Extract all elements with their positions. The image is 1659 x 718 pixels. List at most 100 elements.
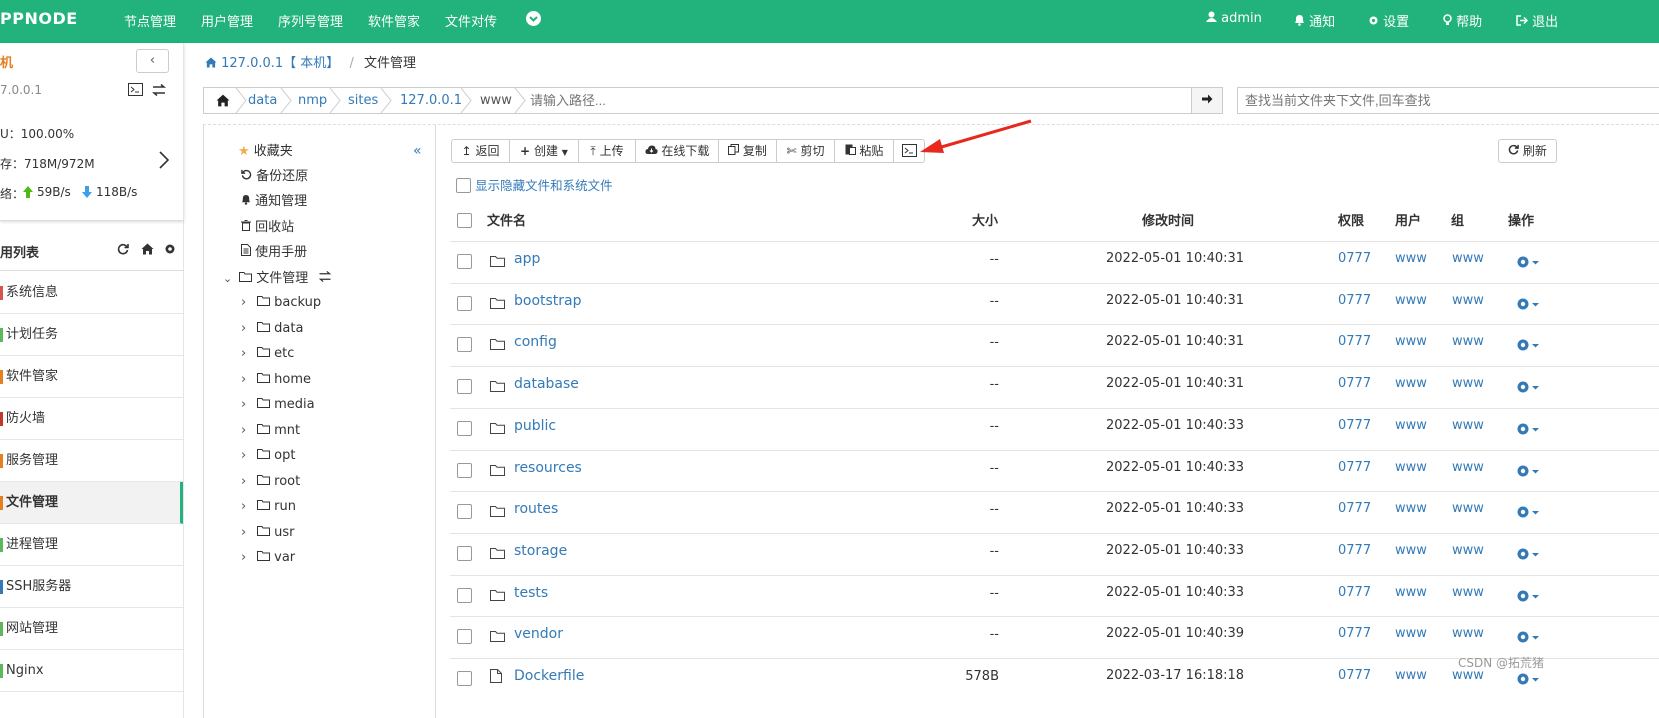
path-segment-www[interactable]: www xyxy=(472,88,512,113)
tree-folder[interactable]: › data xyxy=(241,318,303,340)
chevron-right-icon[interactable]: › xyxy=(241,445,257,467)
file-perm[interactable]: 0777 xyxy=(1338,543,1371,558)
nav-serial-manage[interactable]: 序列号管理 xyxy=(278,11,343,30)
sidebar-item[interactable]: 防火墙 xyxy=(0,398,183,440)
refresh-icon[interactable] xyxy=(117,243,129,259)
file-group[interactable]: www xyxy=(1452,460,1484,475)
tree-folder[interactable]: › root xyxy=(241,471,300,493)
refresh-button[interactable]: 刷新 xyxy=(1498,139,1557,163)
file-user[interactable]: www xyxy=(1395,418,1427,433)
back-button[interactable]: ↥ 返回 xyxy=(451,139,510,163)
file-group[interactable]: www xyxy=(1452,501,1484,516)
row-actions-gear-icon[interactable] xyxy=(1516,505,1542,519)
file-name-link[interactable]: public xyxy=(514,418,556,434)
file-perm[interactable]: 0777 xyxy=(1338,585,1371,600)
table-row[interactable]: app -- 2022-05-01 10:40:31 0777 www www xyxy=(450,241,1659,283)
file-user[interactable]: www xyxy=(1395,626,1427,641)
row-actions-gear-icon[interactable] xyxy=(1516,380,1542,394)
row-actions-gear-icon[interactable] xyxy=(1516,297,1542,311)
tree-notify[interactable]: 通知管理 xyxy=(241,191,307,213)
file-name-link[interactable]: routes xyxy=(514,501,558,517)
file-group[interactable]: www xyxy=(1452,626,1484,641)
table-row[interactable]: public -- 2022-05-01 10:40:33 0777 www www xyxy=(450,407,1659,450)
tree-backup[interactable]: 备份还原 xyxy=(241,166,308,188)
path-segment-nmp[interactable]: nmp xyxy=(290,88,327,113)
row-checkbox[interactable] xyxy=(457,254,472,269)
paste-button[interactable]: 粘贴 xyxy=(834,139,894,163)
file-user[interactable]: www xyxy=(1395,334,1427,349)
file-group[interactable]: www xyxy=(1452,585,1484,600)
path-input[interactable] xyxy=(530,91,1185,110)
terminal-icon[interactable] xyxy=(128,83,143,100)
row-actions-gear-icon[interactable] xyxy=(1516,630,1542,644)
more-dropdown-icon[interactable] xyxy=(526,11,541,26)
file-perm[interactable]: 0777 xyxy=(1338,334,1371,349)
file-name-link[interactable]: database xyxy=(514,376,579,392)
chevron-right-icon[interactable]: › xyxy=(241,292,257,314)
tree-folder[interactable]: › home xyxy=(241,369,311,391)
row-actions-gear-icon[interactable] xyxy=(1516,672,1542,686)
file-group[interactable]: www xyxy=(1452,543,1484,558)
nav-node-manage[interactable]: 节点管理 xyxy=(124,11,176,30)
path-segment-data[interactable]: data xyxy=(240,88,277,113)
chevron-right-icon[interactable] xyxy=(158,150,170,174)
home-icon[interactable] xyxy=(216,94,230,111)
row-actions-gear-icon[interactable] xyxy=(1516,255,1542,269)
user-menu[interactable]: admin xyxy=(1206,11,1262,26)
file-perm[interactable]: 0777 xyxy=(1338,293,1371,308)
chevron-right-icon[interactable]: › xyxy=(241,318,257,340)
tree-file-manage[interactable]: ⌄ 文件管理 xyxy=(223,268,332,290)
help-menu[interactable]: 帮助 xyxy=(1443,11,1482,30)
tree-folder[interactable]: › run xyxy=(241,496,296,518)
breadcrumb-host-link[interactable]: 127.0.0.1【 本机】 xyxy=(221,56,339,71)
sidebar-item[interactable]: 系统信息 xyxy=(0,272,183,314)
go-path-button[interactable] xyxy=(1191,88,1222,113)
switch-icon[interactable] xyxy=(151,83,167,100)
col-size[interactable]: 大小 xyxy=(972,210,998,229)
file-user[interactable]: www xyxy=(1395,460,1427,475)
row-checkbox[interactable] xyxy=(457,671,472,686)
file-name-link[interactable]: tests xyxy=(514,585,548,601)
tree-folder[interactable]: › etc xyxy=(241,343,294,365)
nav-software-manager[interactable]: 软件管家 xyxy=(368,11,420,30)
home-icon[interactable] xyxy=(141,243,154,259)
collapse-tree-icon[interactable]: « xyxy=(413,143,422,159)
path-segment-ip[interactable]: 127.0.0.1 xyxy=(392,88,462,113)
row-checkbox[interactable] xyxy=(457,629,472,645)
switch-icon[interactable] xyxy=(318,271,332,282)
file-perm[interactable]: 0777 xyxy=(1338,418,1371,433)
copy-button[interactable]: 复制 xyxy=(718,139,777,163)
sidebar-item[interactable]: 文件管理 xyxy=(0,482,183,524)
table-row[interactable]: routes -- 2022-05-01 10:40:33 0777 www www xyxy=(450,491,1659,533)
row-actions-gear-icon[interactable] xyxy=(1516,589,1542,603)
cut-button[interactable]: ✄ 剪切 xyxy=(776,139,835,163)
table-row[interactable]: vendor -- 2022-05-01 10:40:39 0777 www www xyxy=(450,616,1659,658)
row-actions-gear-icon[interactable] xyxy=(1516,464,1542,478)
upload-button[interactable]: ⤒ 上传 xyxy=(578,139,636,163)
tree-folder[interactable]: › usr xyxy=(241,522,295,544)
sidebar-item[interactable]: Nginx xyxy=(0,650,183,692)
select-all-checkbox[interactable] xyxy=(457,213,472,228)
file-name-link[interactable]: bootstrap xyxy=(514,293,582,309)
tree-folder[interactable]: › var xyxy=(241,547,295,569)
row-actions-gear-icon[interactable] xyxy=(1516,422,1542,436)
file-user[interactable]: www xyxy=(1395,293,1427,308)
chevron-right-icon[interactable]: › xyxy=(241,394,257,416)
file-user[interactable]: www xyxy=(1395,501,1427,516)
file-perm[interactable]: 0777 xyxy=(1338,460,1371,475)
sidebar-item[interactable]: SSH服务器 xyxy=(0,566,183,608)
chevron-right-icon[interactable]: › xyxy=(241,522,257,544)
table-row[interactable]: config -- 2022-05-01 10:40:31 0777 www www xyxy=(450,324,1659,366)
file-group[interactable]: www xyxy=(1452,334,1484,349)
table-row[interactable]: bootstrap -- 2022-05-01 10:40:31 0777 www www xyxy=(450,282,1659,325)
row-checkbox[interactable] xyxy=(457,587,472,603)
show-hidden-label[interactable]: 显示隐藏文件和系统文件 xyxy=(475,178,613,193)
show-hidden-toggle[interactable]: 显示隐藏文件和系统文件 xyxy=(456,175,613,194)
nav-user-manage[interactable]: 用户管理 xyxy=(201,11,253,30)
sidebar-item[interactable]: 软件管家 xyxy=(0,356,183,398)
tree-folder[interactable]: › media xyxy=(241,394,315,416)
tree-folder[interactable]: › backup xyxy=(241,292,321,314)
file-name-link[interactable]: storage xyxy=(514,543,567,559)
sidebar-item[interactable]: 服务管理 xyxy=(0,440,183,482)
chevron-right-icon[interactable]: › xyxy=(241,496,257,518)
